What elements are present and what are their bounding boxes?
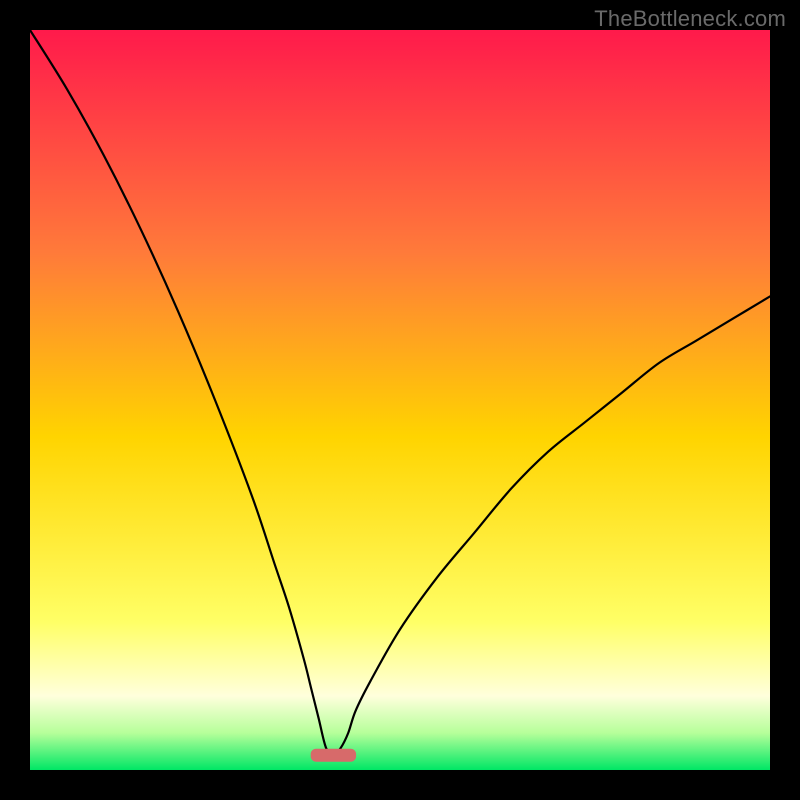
gradient-background: [30, 30, 770, 770]
plot-area: [30, 30, 770, 770]
chart-frame: TheBottleneck.com: [0, 0, 800, 800]
watermark-text: TheBottleneck.com: [594, 6, 786, 32]
chart-svg: [30, 30, 770, 770]
minimum-marker: [311, 749, 355, 761]
